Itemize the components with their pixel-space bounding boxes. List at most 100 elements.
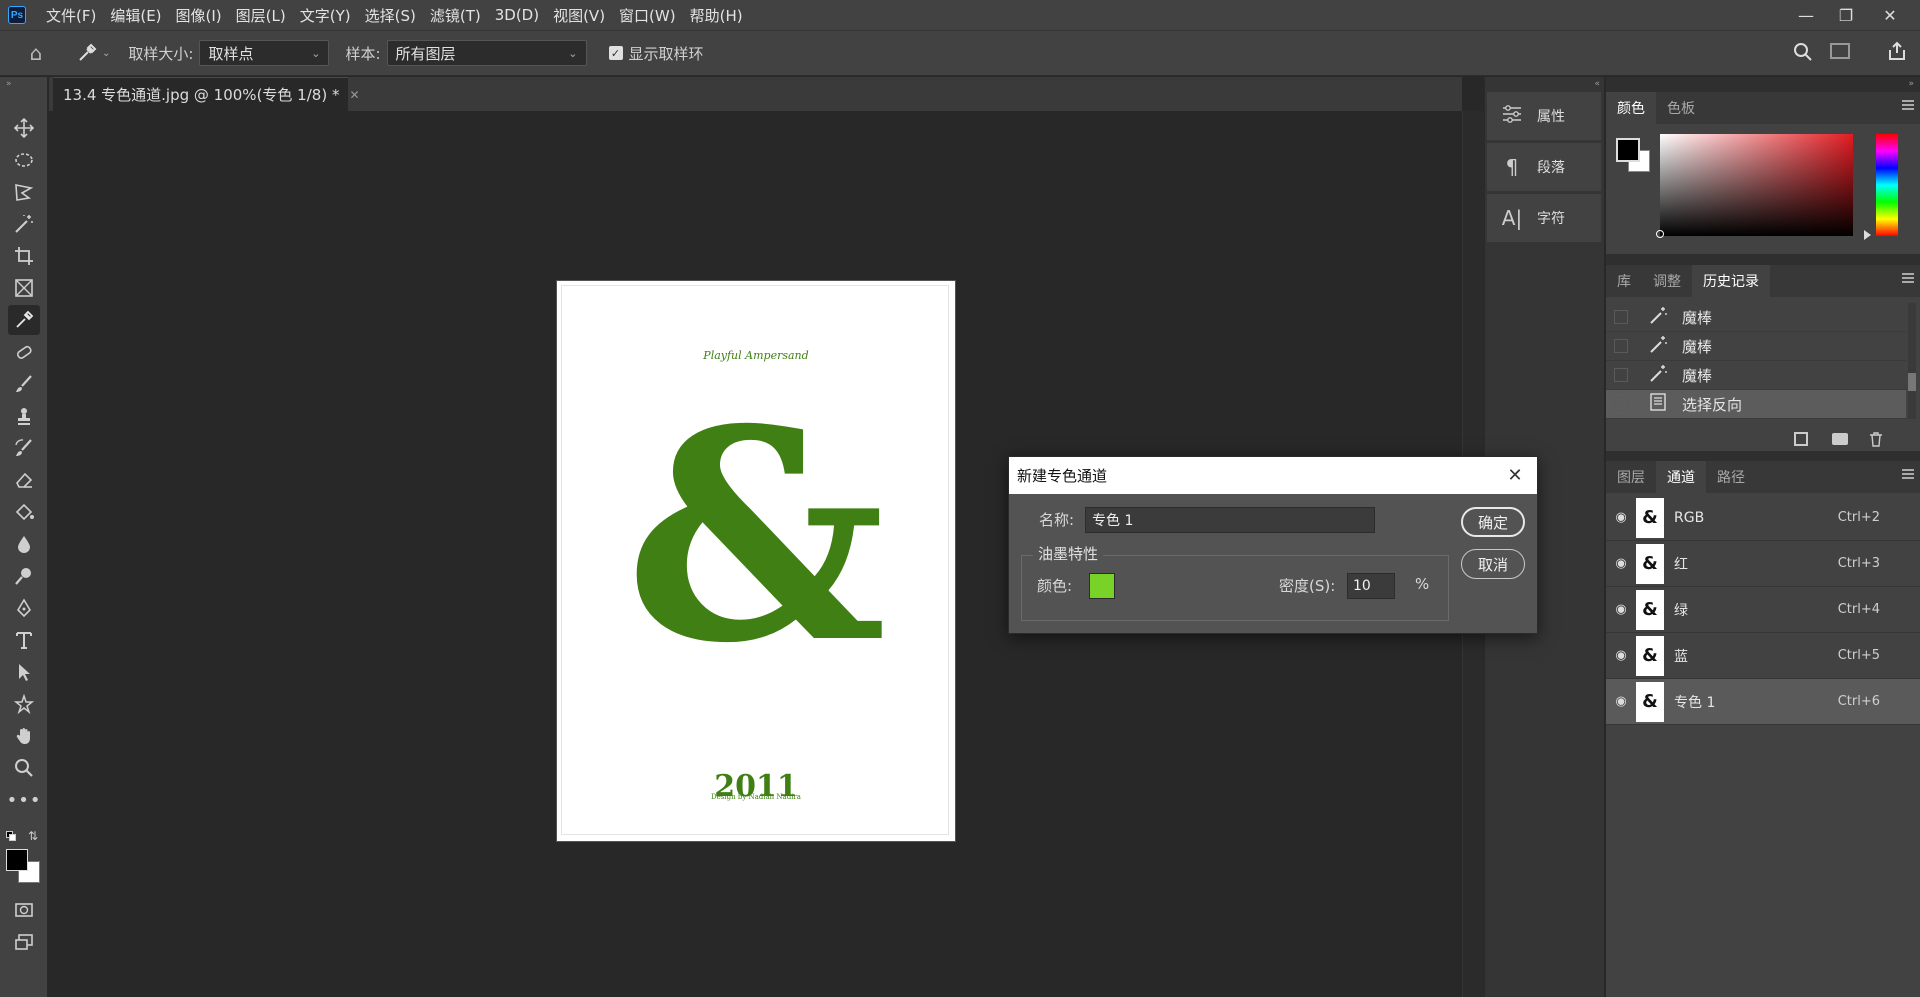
move-tool-icon[interactable] <box>8 113 40 143</box>
menu-layer[interactable]: 图层(L) <box>236 5 286 26</box>
history-snapshot-checkbox[interactable] <box>1614 310 1628 324</box>
close-window-icon[interactable]: ✕ <box>1870 0 1910 30</box>
visibility-eye-icon[interactable]: ◉ <box>1614 510 1628 525</box>
menu-edit[interactable]: 编辑(E) <box>110 5 161 26</box>
camera-icon[interactable] <box>1832 433 1848 445</box>
share-icon[interactable] <box>1886 40 1908 66</box>
frame-tool-icon[interactable] <box>8 273 40 303</box>
visibility-eye-icon[interactable]: ◉ <box>1614 556 1628 571</box>
color-field[interactable] <box>1660 134 1853 236</box>
cancel-button[interactable]: 取消 <box>1461 549 1525 579</box>
new-document-from-state-icon[interactable] <box>1794 432 1808 446</box>
history-scrollbar[interactable] <box>1908 303 1916 419</box>
tab-layers[interactable]: 图层 <box>1606 461 1656 493</box>
hue-slider-handle[interactable] <box>1864 230 1871 240</box>
eyedropper-preset-icon[interactable]: ⌄ <box>76 42 110 64</box>
collapse-arrows-icon[interactable]: » <box>6 79 12 89</box>
channel-row-rgb[interactable]: ◉ & RGB Ctrl+2 <box>1606 495 1920 541</box>
visibility-eye-icon[interactable]: ◉ <box>1614 602 1628 617</box>
history-item[interactable]: 魔棒 <box>1606 361 1906 390</box>
pen-tool-icon[interactable] <box>8 593 40 623</box>
channel-row-blue[interactable]: ◉ & 蓝 Ctrl+5 <box>1606 633 1920 679</box>
ink-color-swatch[interactable] <box>1089 573 1115 599</box>
history-snapshot-checkbox[interactable] <box>1614 368 1628 382</box>
zoom-tool-icon[interactable] <box>8 753 40 783</box>
paragraph-panel-button[interactable]: ¶ 段落 <box>1487 143 1601 191</box>
panel-menu-icon[interactable] <box>1902 273 1914 283</box>
show-ring-checkbox[interactable]: ✓ <box>608 46 623 60</box>
screen-mode-icon[interactable] <box>8 927 40 957</box>
dodge-tool-icon[interactable] <box>8 561 40 591</box>
ok-button[interactable]: 确定 <box>1461 507 1525 537</box>
history-item-selected[interactable]: 选择反向 <box>1606 390 1906 419</box>
swap-colors-icon[interactable]: ⇅ <box>28 829 38 843</box>
color-picker-handle[interactable] <box>1656 230 1664 238</box>
properties-panel-button[interactable]: 属性 <box>1487 92 1601 140</box>
history-snapshot-checkbox[interactable] <box>1614 339 1628 353</box>
close-icon[interactable]: ✕ <box>1503 463 1527 487</box>
tab-paths[interactable]: 路径 <box>1706 461 1756 493</box>
minimize-icon[interactable]: — <box>1786 0 1826 30</box>
history-item[interactable]: 魔棒 <box>1606 332 1906 361</box>
solidity-input[interactable]: 10 <box>1347 573 1395 599</box>
foreground-color-swatch[interactable] <box>6 849 28 871</box>
menu-view[interactable]: 视图(V) <box>553 5 605 26</box>
tab-adjustments[interactable]: 调整 <box>1642 265 1692 297</box>
restore-icon[interactable]: ❐ <box>1826 0 1866 30</box>
visibility-eye-icon[interactable]: ◉ <box>1614 648 1628 663</box>
foreground-swatch[interactable] <box>1616 138 1640 162</box>
type-tool-icon[interactable] <box>8 625 40 655</box>
document-tab[interactable]: 13.4 专色通道.jpg @ 100%(专色 1/8) * ✕ <box>53 77 360 111</box>
menu-3d[interactable]: 3D(D) <box>495 6 539 24</box>
menu-window[interactable]: 窗口(W) <box>619 5 676 26</box>
default-colors-icon[interactable] <box>6 831 16 841</box>
expand-arrows-icon[interactable]: « <box>1594 79 1600 89</box>
tab-color[interactable]: 颜色 <box>1606 92 1656 124</box>
workspace-icon[interactable] <box>1830 43 1850 59</box>
channel-row-red[interactable]: ◉ & 红 Ctrl+3 <box>1606 541 1920 587</box>
clone-stamp-tool-icon[interactable] <box>8 401 40 431</box>
quick-mask-icon[interactable] <box>8 895 40 925</box>
close-tab-icon[interactable]: ✕ <box>349 88 359 102</box>
tab-swatches[interactable]: 色板 <box>1656 92 1706 124</box>
channel-row-green[interactable]: ◉ & 绿 Ctrl+4 <box>1606 587 1920 633</box>
tab-channels[interactable]: 通道 <box>1656 461 1706 493</box>
name-input[interactable]: 专色 1 <box>1085 507 1375 533</box>
search-icon[interactable] <box>1792 41 1814 67</box>
history-snapshot-checkbox[interactable] <box>1614 397 1628 411</box>
paint-bucket-tool-icon[interactable] <box>8 497 40 527</box>
marquee-tool-icon[interactable] <box>8 145 40 175</box>
path-selection-tool-icon[interactable] <box>8 657 40 687</box>
more-tools-icon[interactable]: ••• <box>7 785 41 815</box>
tab-libraries[interactable]: 库 <box>1606 265 1642 297</box>
visibility-eye-icon[interactable]: ◉ <box>1614 694 1628 709</box>
home-icon[interactable]: ⌂ <box>22 41 50 65</box>
collapse-dock-icon[interactable]: » <box>1908 79 1914 89</box>
menu-file[interactable]: 文件(F) <box>46 5 96 26</box>
crop-tool-icon[interactable] <box>8 241 40 271</box>
menu-filter[interactable]: 滤镜(T) <box>430 5 481 26</box>
menu-type[interactable]: 文字(Y) <box>300 5 351 26</box>
hand-tool-icon[interactable] <box>8 721 40 751</box>
panel-menu-icon[interactable] <box>1902 100 1914 110</box>
eraser-tool-icon[interactable] <box>8 465 40 495</box>
magic-wand-tool-icon[interactable] <box>8 209 40 239</box>
character-panel-button[interactable]: A| 字符 <box>1487 194 1601 242</box>
sample-size-select[interactable]: 取样点 ⌄ <box>199 40 330 66</box>
history-item[interactable]: 魔棒 <box>1606 303 1906 332</box>
menu-image[interactable]: 图像(I) <box>176 5 222 26</box>
tab-history[interactable]: 历史记录 <box>1692 265 1770 297</box>
sample-select[interactable]: 所有图层 ⌄ <box>386 40 587 66</box>
healing-brush-tool-icon[interactable] <box>8 337 40 367</box>
lasso-tool-icon[interactable] <box>8 177 40 207</box>
menu-help[interactable]: 帮助(H) <box>690 5 743 26</box>
panel-menu-icon[interactable] <box>1902 469 1914 479</box>
blur-tool-icon[interactable] <box>8 529 40 559</box>
hue-slider[interactable] <box>1876 134 1898 236</box>
channel-row-spot[interactable]: ◉ & 专色 1 Ctrl+6 <box>1606 679 1920 725</box>
custom-shape-tool-icon[interactable] <box>8 689 40 719</box>
menu-select[interactable]: 选择(S) <box>365 5 416 26</box>
brush-tool-icon[interactable] <box>8 369 40 399</box>
trash-icon[interactable] <box>1868 431 1884 451</box>
history-brush-tool-icon[interactable] <box>8 433 40 463</box>
